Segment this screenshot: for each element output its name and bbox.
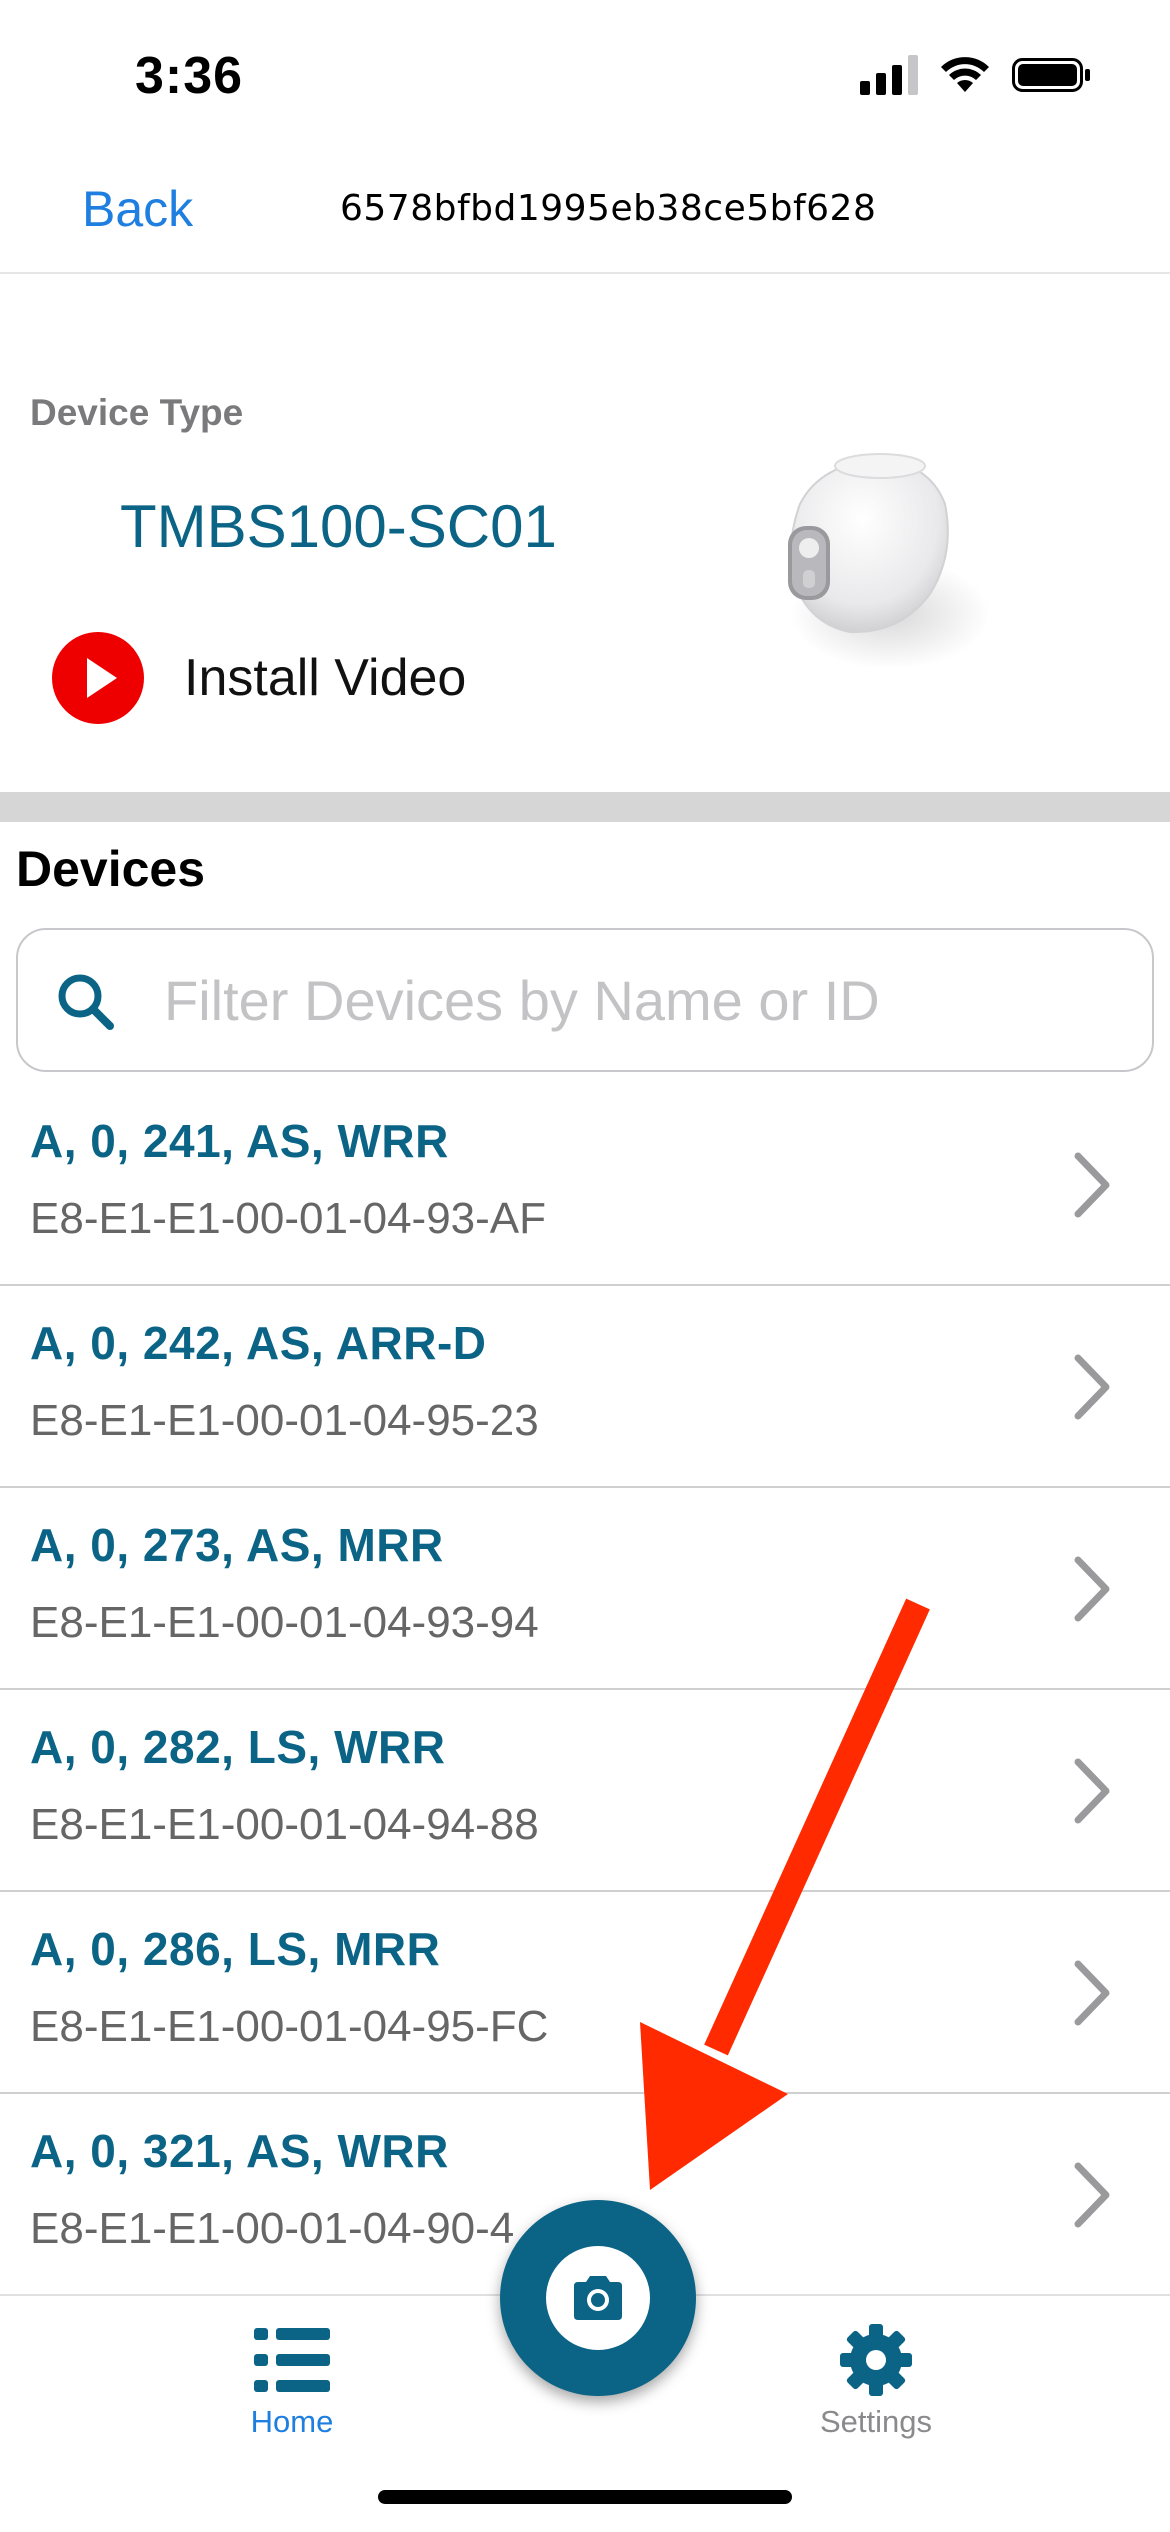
device-name: A, 0, 286, LS, MRR [30,1923,441,1975]
chevron-right-icon [1074,1960,1110,2026]
list-item[interactable]: A, 0, 241, AS, WRR E8-E1-E1-00-01-04-93-… [0,1084,1170,1286]
list-item[interactable]: A, 0, 282, LS, WRR E8-E1-E1-00-01-04-94-… [0,1690,1170,1892]
gear-icon [840,2324,912,2396]
device-name: A, 0, 242, AS, ARR-D [30,1317,487,1369]
back-button[interactable]: Back [82,180,193,238]
install-video-label: Install Video [184,649,467,707]
play-icon [52,632,144,724]
wifi-icon [941,57,989,92]
chevron-right-icon [1074,1354,1110,1420]
list-item[interactable]: A, 0, 273, AS, MRR E8-E1-E1-00-01-04-93-… [0,1488,1170,1690]
list-icon [254,2328,330,2392]
camera-icon [574,2276,622,2320]
cellular-signal-icon [860,55,918,95]
camera-button[interactable] [500,2200,696,2396]
battery-icon [1012,58,1090,92]
device-name: A, 0, 241, AS, WRR [30,1115,449,1167]
section-divider [0,792,1170,822]
navigation-bar: Back 6578bfbd1995eb38ce5bf628 [0,150,1170,274]
device-name: A, 0, 282, LS, WRR [30,1721,446,1773]
status-icons [860,52,1092,98]
device-type-label: Device Type [30,392,244,433]
device-type-section: Device Type TMBS100-SC01 Install Video [0,274,1170,792]
chevron-right-icon [1074,2162,1110,2228]
install-video-button[interactable]: Install Video [52,632,466,724]
tab-settings-label: Settings [819,2404,932,2439]
device-id: E8-E1-E1-00-01-04-93-94 [30,1598,539,1647]
chevron-right-icon [1074,1758,1110,1824]
tab-settings[interactable]: Settings [766,2322,986,2440]
list-item[interactable]: A, 0, 286, LS, MRR E8-E1-E1-00-01-04-95-… [0,1892,1170,2094]
device-list: A, 0, 241, AS, WRR E8-E1-E1-00-01-04-93-… [0,1084,1170,2296]
tab-home[interactable]: Home [182,2322,402,2440]
device-model: TMBS100-SC01 [120,493,557,560]
status-time: 3:36 [135,47,244,105]
camera-button-inner [546,2246,650,2350]
device-id: E8-E1-E1-00-01-04-95-23 [30,1396,539,1445]
device-id: E8-E1-E1-00-01-04-93-AF [30,1194,547,1243]
tab-home-label: Home [250,2404,334,2439]
chevron-right-icon [1074,1556,1110,1622]
devices-heading: Devices [16,841,206,897]
search-box[interactable] [16,928,1154,1072]
motion-sensor-image [788,453,990,669]
device-name: A, 0, 273, AS, MRR [30,1519,444,1571]
search-icon [58,974,114,1030]
chevron-right-icon [1074,1152,1110,1218]
device-id: E8-E1-E1-00-01-04-94-88 [30,1800,539,1849]
device-id: E8-E1-E1-00-01-04-95-FC [30,2002,549,2051]
search-input[interactable] [164,930,1124,1070]
page-title: 6578bfbd1995eb38ce5bf628 [340,188,877,229]
device-name: A, 0, 321, AS, WRR [30,2125,449,2177]
home-indicator [378,2490,792,2504]
status-bar: 3:36 [0,0,1170,150]
list-item[interactable]: A, 0, 242, AS, ARR-D E8-E1-E1-00-01-04-9… [0,1286,1170,1488]
device-id: E8-E1-E1-00-01-04-90-4 [30,2204,515,2253]
